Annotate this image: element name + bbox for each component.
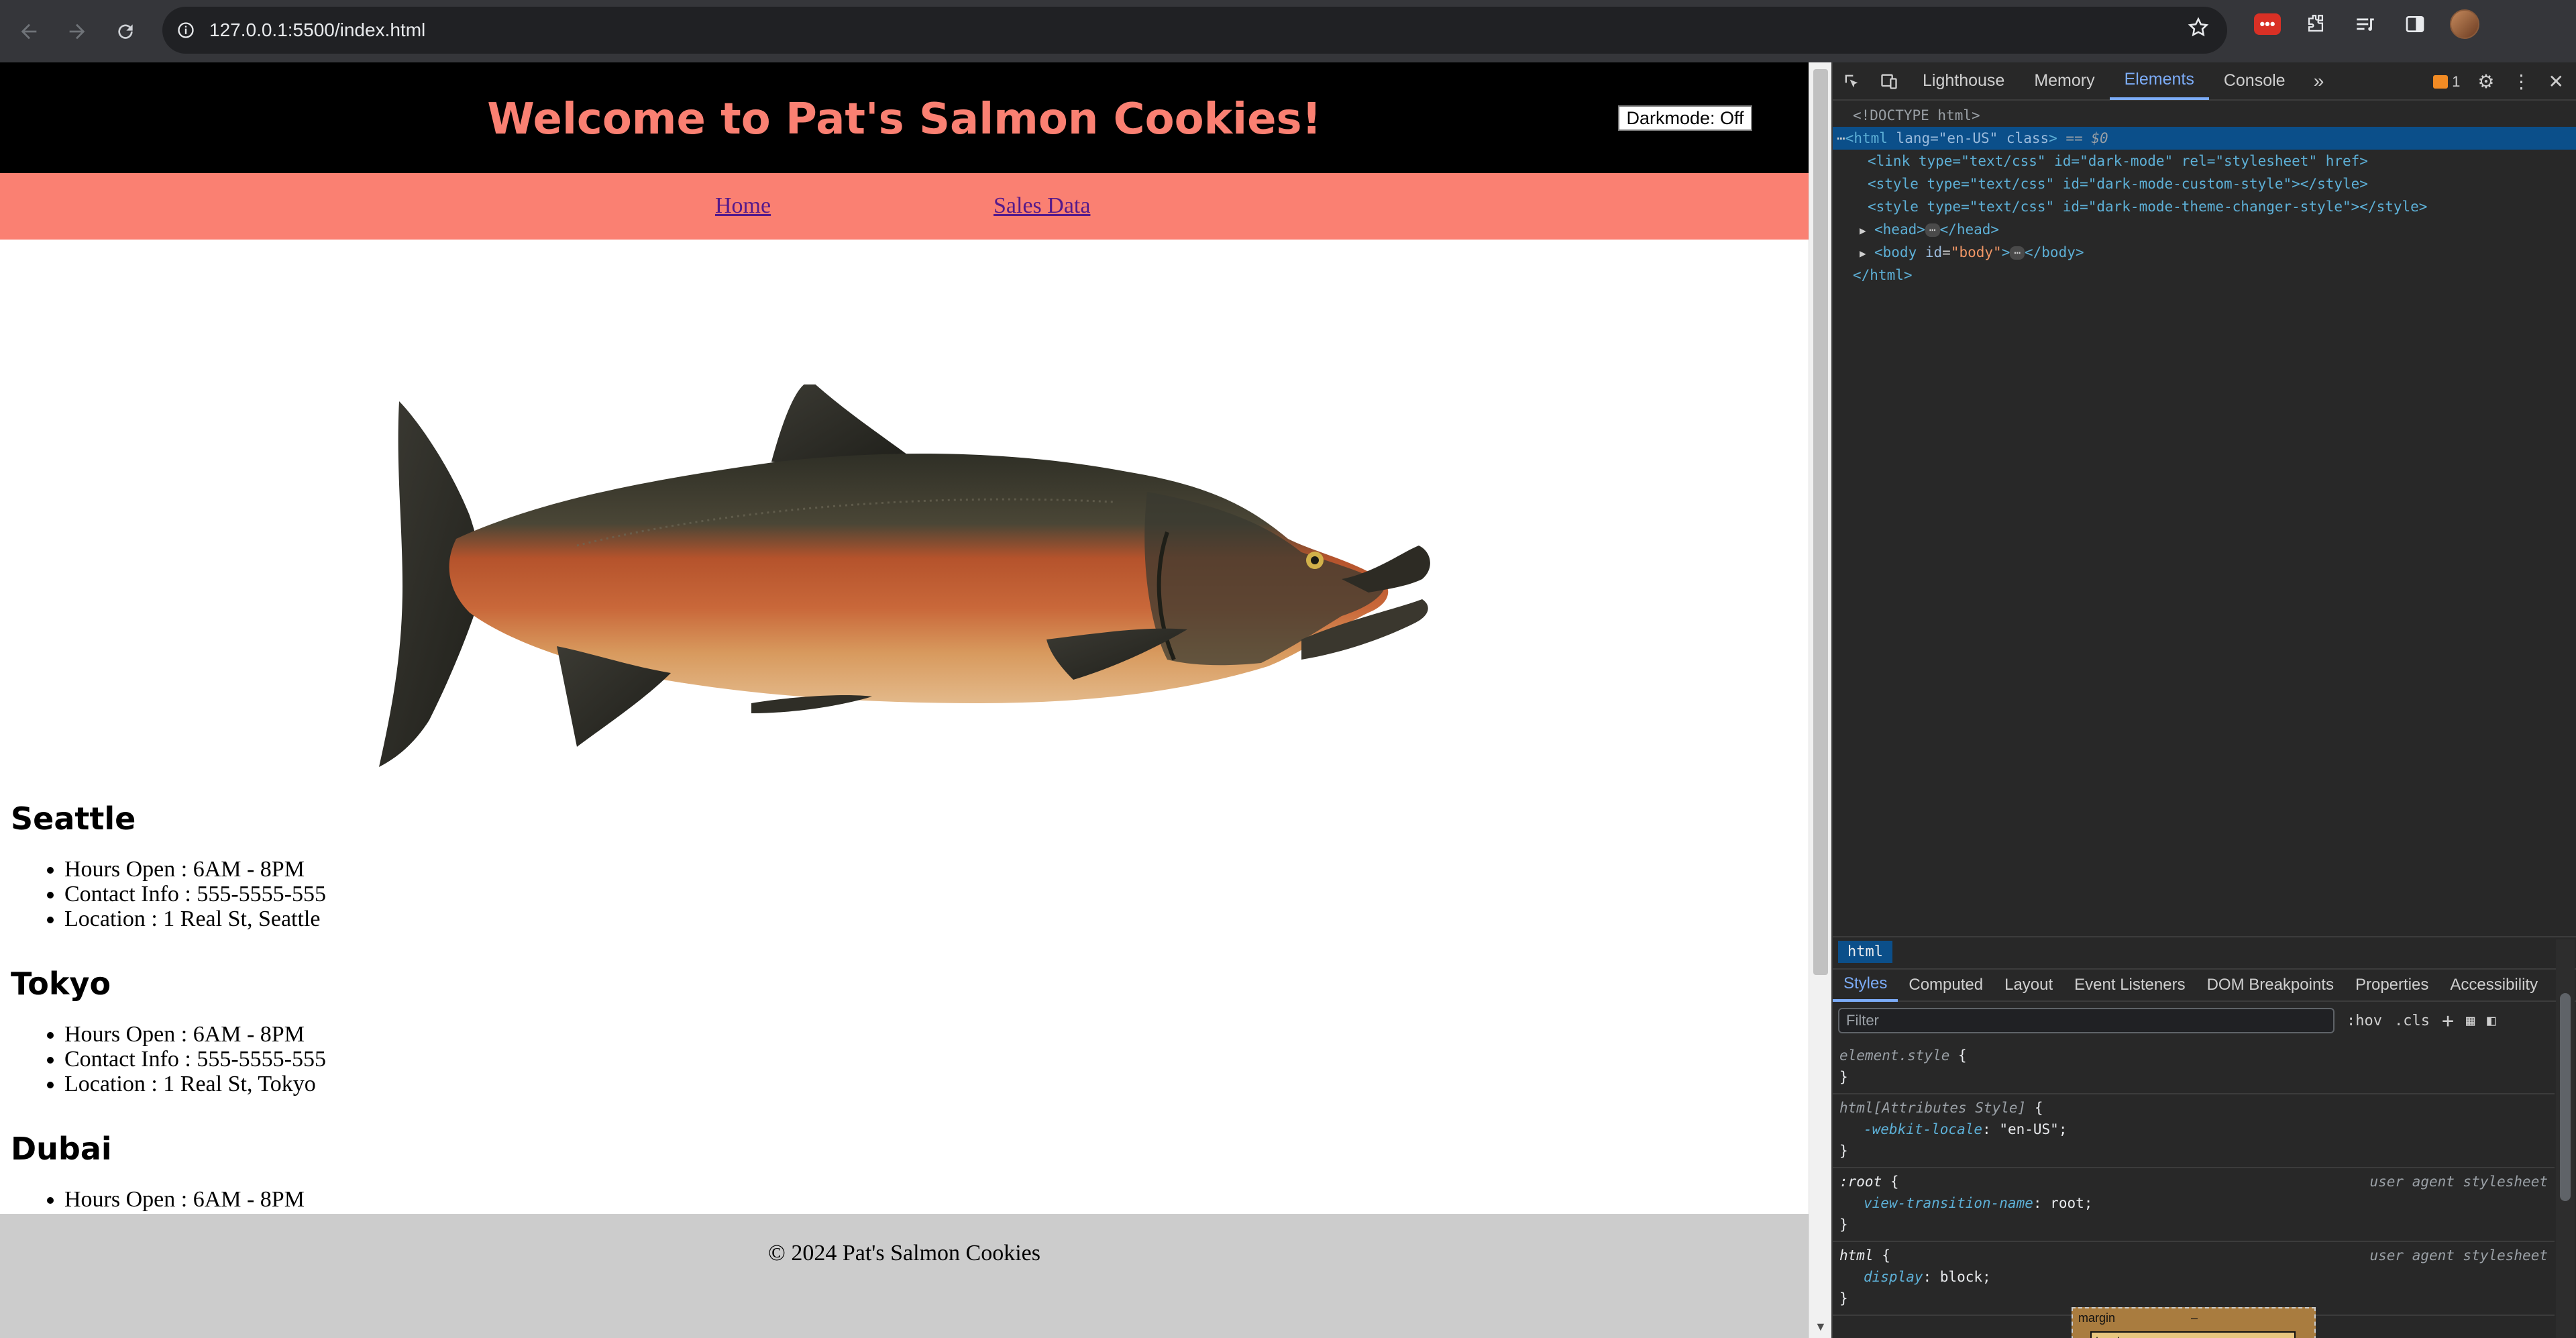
list-item: Hours Open : 6AM - 8PM <box>64 1187 305 1212</box>
style-rule[interactable]: element.style { } <box>1833 1042 2555 1094</box>
toggle-sidebar-icon[interactable]: ◧ <box>2487 1013 2496 1029</box>
store-dubai: Dubai Hours Open : 6AM - 8PM <box>11 1131 305 1212</box>
nav-link-sales-data[interactable]: Sales Data <box>994 193 1090 219</box>
tab-accessibility[interactable]: Accessibility <box>2439 968 2548 1002</box>
tab-styles[interactable]: Styles <box>1833 968 1898 1002</box>
site-footer: © 2024 Pat's Salmon Cookies <box>0 1214 1809 1338</box>
store-info-list: Hours Open : 6AM - 8PM Contact Info : 55… <box>64 857 326 931</box>
tab-properties[interactable]: Properties <box>2345 968 2439 1002</box>
tab-computed[interactable]: Computed <box>1898 968 1994 1002</box>
dom-doctype[interactable]: <!DOCTYPE html> <box>1833 104 2576 127</box>
paint-format-icon[interactable]: ▦ <box>2466 1013 2475 1029</box>
expand-triangle-icon[interactable]: ▶ <box>1860 242 1874 265</box>
dom-link-node[interactable]: <link type="text/css" id="dark-mode" rel… <box>1833 150 2576 172</box>
list-item: Contact Info : 555-5555-555 <box>64 882 326 907</box>
side-panel-icon[interactable] <box>2400 9 2430 39</box>
list-item: Hours Open : 6AM - 8PM <box>64 1022 326 1047</box>
expand-triangle-icon[interactable]: ▶ <box>1860 219 1874 242</box>
reload-icon[interactable] <box>105 11 146 52</box>
breadcrumb-html[interactable]: html <box>1838 940 1892 963</box>
dom-style-node[interactable]: <style type="text/css" id="dark-mode-cus… <box>1833 172 2576 195</box>
close-devtools-icon[interactable]: ✕ <box>2548 70 2564 93</box>
issues-badge[interactable]: 1 <box>2433 73 2460 91</box>
tab-lighthouse[interactable]: Lighthouse <box>1908 62 2019 100</box>
site-nav: Home Sales Data <box>0 173 1809 240</box>
tab-dom-breakpoints[interactable]: DOM Breakpoints <box>2196 968 2345 1002</box>
url-text[interactable]: 127.0.0.1:5500/index.html <box>209 19 425 41</box>
warning-icon <box>2433 74 2449 89</box>
nav-link-home[interactable]: Home <box>715 193 771 219</box>
scrollbar-thumb[interactable] <box>1813 69 1828 975</box>
extensions-puzzle-icon[interactable] <box>2301 9 2330 39</box>
styles-filter-row: Filter :hov .cls + ▦ ◧ <box>1833 1004 2576 1037</box>
add-rule-icon[interactable]: + <box>2442 1009 2454 1033</box>
footer-copyright: © 2024 Pat's Salmon Cookies <box>768 1241 1040 1266</box>
dom-head-node[interactable]: ▶ <head> ⋯ </head> <box>1833 218 2576 241</box>
style-rule[interactable]: :root { user agent stylesheet view-trans… <box>1833 1168 2555 1242</box>
browser-toolbar: 127.0.0.1:5500/index.html ••• <box>0 0 2576 62</box>
page-viewport: Welcome to Pat's Salmon Cookies! Darkmod… <box>0 62 1809 1338</box>
password-manager-extension-icon[interactable]: ••• <box>2254 13 2281 35</box>
salmon-image <box>376 381 1436 787</box>
dom-style-node[interactable]: <style type="text/css" id="dark-mode-the… <box>1833 195 2576 218</box>
list-item: Contact Info : 555-5555-555 <box>64 1047 326 1072</box>
bookmark-star-icon[interactable] <box>2187 16 2210 45</box>
store-tokyo: Tokyo Hours Open : 6AM - 8PM Contact Inf… <box>11 966 326 1096</box>
dom-html-node[interactable]: ⋯<html lang="en-US" class> == $0 <box>1833 127 2576 150</box>
tab-elements[interactable]: Elements <box>2109 62 2209 100</box>
forward-icon[interactable] <box>56 11 98 52</box>
media-queue-icon[interactable] <box>2351 9 2380 39</box>
list-item: Hours Open : 6AM - 8PM <box>64 857 326 882</box>
box-model-border[interactable]: border – <box>2090 1331 2296 1338</box>
styles-tabbar: Styles Computed Layout Event Listeners D… <box>1833 968 2576 1002</box>
page-scrollbar[interactable]: ▼ <box>1809 62 1831 1338</box>
style-rules: element.style { } html[Attributes Style]… <box>1833 1042 2555 1316</box>
hover-state-toggle[interactable]: :hov <box>2347 1013 2382 1029</box>
store-info-list: Hours Open : 6AM - 8PM <box>64 1187 305 1212</box>
darkmode-toggle-button[interactable]: Darkmode: Off <box>1618 105 1752 131</box>
tab-console[interactable]: Console <box>2209 62 2300 100</box>
tab-memory[interactable]: Memory <box>2019 62 2109 100</box>
dom-html-close[interactable]: </html> <box>1833 264 2576 287</box>
tab-layout[interactable]: Layout <box>1994 968 2063 1002</box>
dom-tree: <!DOCTYPE html> ⋯<html lang="en-US" clas… <box>1833 104 2576 936</box>
devtools-scrollbar[interactable] <box>2556 939 2575 1338</box>
list-item: Location : 1 Real St, Tokyo <box>64 1072 326 1096</box>
style-rule[interactable]: html[Attributes Style] { -webkit-locale:… <box>1833 1094 2555 1168</box>
dom-body-node[interactable]: ▶ <body id="body"> ⋯ </body> <box>1833 241 2576 264</box>
more-tabs-chevron-icon[interactable]: » <box>2300 70 2338 92</box>
more-options-icon[interactable]: ⋮ <box>2512 70 2531 93</box>
device-toolbar-icon[interactable] <box>1870 72 1908 91</box>
styles-filter-input[interactable]: Filter <box>1838 1008 2334 1033</box>
tab-event-listeners[interactable]: Event Listeners <box>2063 968 2196 1002</box>
site-header: Welcome to Pat's Salmon Cookies! Darkmod… <box>0 62 1809 173</box>
address-bar[interactable]: 127.0.0.1:5500/index.html <box>162 7 2227 54</box>
store-heading: Dubai <box>11 1131 112 1167</box>
site-title: Welcome to Pat's Salmon Cookies! <box>487 95 1322 144</box>
devtools-panel: Lighthouse Memory Elements Console » 1 ⚙… <box>1831 62 2576 1338</box>
devtools-tabbar: Lighthouse Memory Elements Console » 1 ⚙… <box>1833 62 2576 101</box>
profile-avatar[interactable] <box>2450 9 2479 39</box>
scroll-down-icon[interactable]: ▼ <box>1815 1320 1827 1334</box>
list-item: Location : 1 Real St, Seattle <box>64 907 326 931</box>
scrollbar-thumb[interactable] <box>2560 993 2571 1201</box>
dom-breadcrumb: html <box>1833 936 2576 966</box>
inspect-element-icon[interactable] <box>1833 72 1870 91</box>
back-icon[interactable] <box>8 11 50 52</box>
store-seattle: Seattle Hours Open : 6AM - 8PM Contact I… <box>11 801 326 931</box>
issues-count: 1 <box>2452 72 2461 90</box>
style-rule[interactable]: html { user agent stylesheet display: bl… <box>1833 1242 2555 1316</box>
store-info-list: Hours Open : 6AM - 8PM Contact Info : 55… <box>64 1022 326 1096</box>
store-heading: Tokyo <box>11 966 111 1002</box>
class-toggle[interactable]: .cls <box>2394 1013 2430 1029</box>
settings-gear-icon[interactable]: ⚙ <box>2477 70 2494 93</box>
store-heading: Seattle <box>11 801 136 837</box>
rule-origin: user agent stylesheet <box>2369 1247 2548 1264</box>
site-info-icon[interactable] <box>162 21 209 40</box>
box-model-diagram: margin – border – <box>2072 1307 2316 1338</box>
rule-origin: user agent stylesheet <box>2369 1174 2548 1190</box>
